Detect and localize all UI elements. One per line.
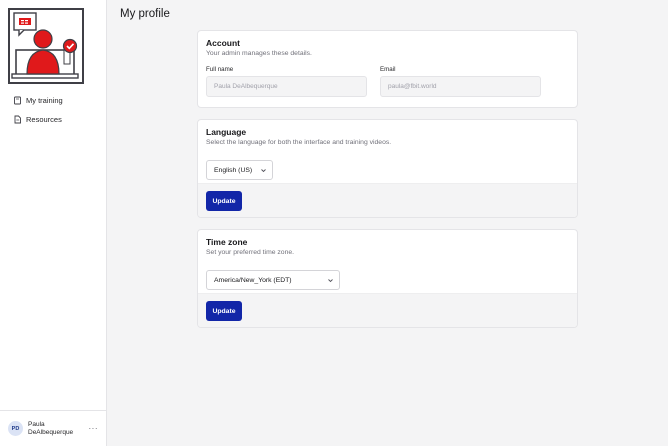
timezone-select-value: America/New_York (EDT): [214, 277, 292, 284]
chevron-down-icon: [261, 169, 266, 173]
sidebar-item-label: My training: [26, 95, 63, 105]
language-card: Language Select the language for both th…: [197, 119, 578, 218]
sidebar-item-my-training[interactable]: My training: [13, 92, 63, 108]
app-logo: [8, 8, 84, 84]
email-label: Email: [380, 66, 396, 73]
sidebar-item-label: Resources: [26, 114, 62, 124]
language-update-button[interactable]: Update: [206, 191, 242, 211]
user-menu[interactable]: PD Paula DeAlbequerque ···: [0, 410, 107, 446]
sidebar-item-resources[interactable]: Resources: [13, 111, 62, 127]
timezone-select[interactable]: America/New_York (EDT): [206, 270, 340, 290]
training-person-logo-icon: [11, 12, 79, 79]
language-description: Select the language for both the interfa…: [206, 139, 392, 146]
timezone-title: Time zone: [206, 237, 248, 247]
timezone-description: Set your preferred time zone.: [206, 249, 295, 256]
language-select-value: English (US): [214, 167, 253, 174]
page-title: My profile: [120, 8, 170, 20]
account-description: Your admin manages these details.: [206, 50, 312, 57]
book-icon: [13, 96, 22, 105]
email-field: paula@fbit.world: [380, 76, 541, 97]
full-name-field: Paula DeAlbequerque: [206, 76, 367, 97]
avatar: PD: [8, 421, 23, 436]
user-name: Paula DeAlbequerque: [28, 420, 74, 436]
account-title: Account: [206, 38, 240, 48]
more-options-icon[interactable]: ···: [89, 424, 99, 433]
timezone-update-button[interactable]: Update: [206, 301, 242, 321]
language-title: Language: [206, 127, 247, 137]
timezone-footer: Update: [198, 293, 577, 327]
language-select[interactable]: English (US): [206, 160, 273, 180]
full-name-label: Full name: [206, 66, 234, 73]
sidebar: My training Resources PD Paula DeAlbeque…: [0, 0, 107, 446]
language-footer: Update: [198, 183, 577, 217]
account-card: Account Your admin manages these details…: [197, 30, 578, 108]
timezone-card: Time zone Set your preferred time zone. …: [197, 229, 578, 328]
chevron-down-icon: [328, 279, 333, 283]
document-icon: [13, 115, 22, 124]
